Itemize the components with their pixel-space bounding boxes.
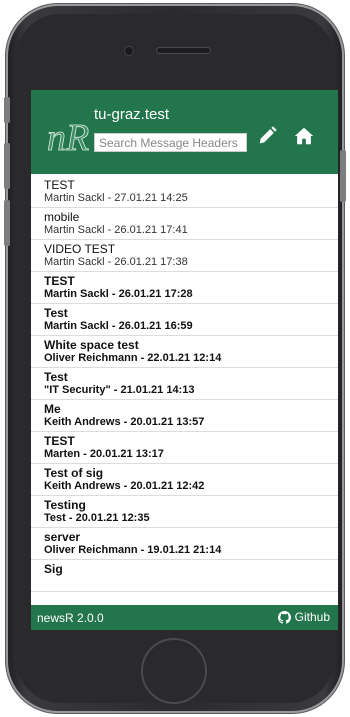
earpiece-speaker [157,48,210,53]
message-subject: TEST [44,434,75,448]
message-item[interactable]: server Oliver Reichmann - 19.01.21 21:14 [31,528,338,560]
message-subject: VIDEO TEST [44,242,116,256]
message-meta: Keith Andrews - 20.01.21 12:42 [44,480,205,492]
message-meta: Marten - 20.01.21 13:17 [44,448,164,460]
message-meta: Martin Sackl - 26.01.21 17:28 [44,288,193,300]
compose-button[interactable] [256,125,280,149]
message-item[interactable]: White space test Oliver Reichmann - 22.01… [31,336,338,368]
message-subject: TEST [44,178,75,192]
app-header: nR tu-graz.test [31,90,338,174]
home-hardware-button[interactable] [141,638,207,704]
message-subject: Test of sig [44,466,104,480]
message-subject: Me [44,402,61,416]
power-button [340,150,346,202]
app-footer: newsR 2.0.0 Github [31,605,338,630]
message-subject: White space test [44,338,139,352]
github-label: Github [294,610,330,624]
pencil-icon [259,126,277,144]
message-subject: Test [44,306,68,320]
message-item[interactable]: TEST Martin Sackl - 26.01.21 17:28 [31,272,338,304]
message-meta: Oliver Reichmann - 22.01.21 12:14 [44,352,222,364]
message-item[interactable]: mobile Martin Sackl - 26.01.21 17:41 [31,208,338,240]
message-subject: TEST [44,274,75,288]
github-icon [277,610,291,624]
home-icon [294,127,314,145]
message-meta: Martin Sackl - 27.01.21 14:25 [44,192,188,204]
message-list: TEST Martin Sackl - 27.01.21 14:25 mobile M… [31,176,338,604]
version-label: newsR 2.0.0 [37,611,104,625]
message-item[interactable]: VIDEO TEST Martin Sackl - 26.01.21 17:38 [31,240,338,272]
message-item[interactable]: Test Martin Sackl - 26.01.21 16:59 [31,304,338,336]
message-item[interactable]: TEST Marten - 20.01.21 13:17 [31,432,338,464]
message-item[interactable]: Me Keith Andrews - 20.01.21 13:57 [31,400,338,432]
github-link[interactable]: Github [277,610,330,624]
search-input[interactable] [94,133,247,152]
message-meta: "IT Security" - 21.01.21 14:13 [44,384,195,396]
message-subject: Sig [44,562,63,576]
message-meta: Oliver Reichmann - 19.01.21 21:14 [44,544,222,556]
message-meta: Martin Sackl - 26.01.21 16:59 [44,320,193,332]
message-subject: server [44,530,81,544]
message-item[interactable]: Test of sig Keith Andrews - 20.01.21 12:4… [31,464,338,496]
newsgroup-title: tu-graz.test [94,106,170,123]
message-meta: Martin Sackl - 26.01.21 17:41 [44,224,188,236]
message-meta: Test - 20.01.21 12:35 [44,512,150,524]
message-subject: mobile [44,210,80,224]
message-item[interactable]: Testing Test - 20.01.21 12:35 [31,496,338,528]
mute-switch [4,97,10,123]
front-camera [125,47,133,55]
message-item[interactable]: Sig [31,560,338,592]
newsr-logo: nR [47,117,90,158]
message-subject: Testing [44,498,86,512]
message-subject: Test [44,370,68,384]
message-meta: Keith Andrews - 20.01.21 13:57 [44,416,205,428]
logo-text: nR [47,117,89,158]
message-item[interactable]: TEST Martin Sackl - 27.01.21 14:25 [31,176,338,208]
message-item[interactable]: Test "IT Security" - 21.01.21 14:13 [31,368,338,400]
app-screen: nR tu-graz.test TESTMartin Sackl - 27.01… [31,90,338,630]
message-meta: Martin Sackl - 26.01.21 17:38 [44,256,188,268]
volume-up-button [4,143,10,189]
volume-down-button [4,200,10,246]
home-button[interactable] [293,125,317,149]
